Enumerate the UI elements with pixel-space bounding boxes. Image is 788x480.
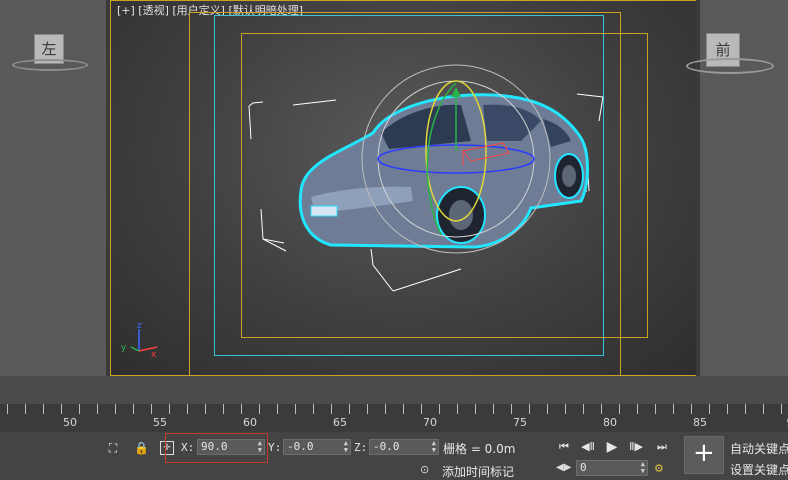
- timeline-tick: [745, 404, 746, 414]
- z-spinner-icon[interactable]: ▲▼: [432, 440, 436, 454]
- timeline-tick-label: 85: [693, 416, 707, 429]
- viewcube-ring-front: [686, 58, 774, 74]
- timeline-tick: [259, 404, 260, 414]
- goto-end-icon[interactable]: ⏭: [652, 440, 672, 454]
- x-spinner-icon[interactable]: ▲▼: [258, 440, 262, 454]
- timeline-tick: [151, 404, 152, 414]
- timeline-tick: [727, 404, 728, 414]
- svg-text:y: y: [121, 343, 127, 353]
- timeline-tick: [313, 404, 314, 414]
- timeline-tick-label: 75: [513, 416, 527, 429]
- perspective-viewport[interactable]: [+] [透视] [用户定义] [默认明暗处理]: [110, 0, 698, 376]
- timeline-tick: [133, 404, 134, 414]
- timeline-tick: [439, 404, 440, 414]
- timeline-tick: [79, 404, 80, 414]
- timeline-tick: [349, 404, 350, 414]
- set-key-label[interactable]: 设置关键点: [730, 461, 788, 478]
- selection-lock-icon[interactable]: ⛶: [106, 441, 120, 455]
- timeline-tick: [115, 404, 116, 414]
- timeline-tick-label: 50: [63, 416, 77, 429]
- timeline-tick: [61, 404, 62, 414]
- timeline-tick: [205, 404, 206, 414]
- z-coordinate-value: -0.0: [373, 440, 400, 453]
- timeline-tick: [187, 404, 188, 414]
- timeline-tick: [25, 404, 26, 414]
- timeline-tick: [709, 404, 710, 414]
- timeline-tick: [637, 404, 638, 414]
- timeline-tick: [277, 404, 278, 414]
- timeline-tick: [493, 404, 494, 414]
- prev-frame-icon[interactable]: ◀Ⅱ: [578, 440, 598, 454]
- timeline-tick: [367, 404, 368, 414]
- y-coordinate-value: -0.0: [287, 440, 314, 453]
- svg-text:z: z: [137, 321, 142, 331]
- timeline-tick: [403, 404, 404, 414]
- timeline-tick: [97, 404, 98, 414]
- current-frame-value: 0: [580, 461, 587, 474]
- timeline-tick: [673, 404, 674, 414]
- timeline-tick: [295, 404, 296, 414]
- time-tag-icon[interactable]: ⊙: [420, 463, 429, 476]
- scene-canvas[interactable]: z y x: [111, 1, 699, 377]
- trackbar-strip[interactable]: [0, 376, 788, 404]
- timeline-tick-label: 55: [153, 416, 167, 429]
- timeline-tick-label: 60: [243, 416, 257, 429]
- key-plus-icon: +: [693, 439, 715, 467]
- z-label: Z:: [354, 441, 367, 454]
- timeline-tick: [547, 404, 548, 414]
- key-mode-toggle-icon[interactable]: ◀▶: [556, 462, 571, 473]
- x-label: X:: [181, 441, 194, 454]
- timeline-tick: [619, 404, 620, 414]
- next-frame-icon[interactable]: Ⅱ▶: [626, 440, 646, 454]
- car-model: [300, 95, 587, 247]
- timeline-ruler[interactable]: 50556065707580859: [0, 404, 788, 432]
- x-coordinate-field[interactable]: 90.0 ▲▼: [197, 439, 265, 455]
- viewcube-ring-left: [12, 59, 88, 71]
- grid-size-text: 栅格 = 0.0m: [443, 440, 515, 457]
- auto-key-button[interactable]: 自动关键点: [730, 440, 788, 457]
- timeline-tick: [511, 404, 512, 414]
- front-viewport[interactable]: 前: [700, 0, 788, 376]
- timeline-tick: [565, 404, 566, 414]
- timeline-tick: [43, 404, 44, 414]
- timeline-tick: [475, 404, 476, 414]
- timeline-tick-label: 65: [333, 416, 347, 429]
- timeline-tick: [421, 404, 422, 414]
- axis-tripod: z y x: [121, 321, 157, 360]
- timeline-tick: [781, 404, 782, 414]
- set-key-button[interactable]: +: [684, 436, 724, 474]
- timeline-tick: [331, 404, 332, 414]
- y-coordinate-field[interactable]: -0.0 ▲▼: [283, 439, 351, 455]
- timeline-tick: [223, 404, 224, 414]
- timeline-tick: [457, 404, 458, 414]
- time-config-icon[interactable]: ⚙: [654, 462, 664, 475]
- timeline-tick: [241, 404, 242, 414]
- play-icon[interactable]: ▶: [602, 440, 622, 454]
- y-label: Y:: [268, 441, 281, 454]
- y-spinner-icon[interactable]: ▲▼: [344, 440, 348, 454]
- timeline-tick: [529, 404, 530, 414]
- timeline-tick: [601, 404, 602, 414]
- timeline-tick: [7, 404, 8, 414]
- frame-spinner-icon[interactable]: ▲▼: [641, 461, 645, 475]
- lock-icon[interactable]: 🔒: [134, 441, 148, 455]
- x-coordinate-value: 90.0: [201, 440, 228, 453]
- timeline-tick: [655, 404, 656, 414]
- timeline-tick: [763, 404, 764, 414]
- left-viewport[interactable]: 左: [0, 0, 106, 376]
- goto-start-icon[interactable]: ⏮: [554, 440, 574, 454]
- z-coordinate-field[interactable]: -0.0 ▲▼: [369, 439, 439, 455]
- timeline-tick: [583, 404, 584, 414]
- svg-text:x: x: [151, 350, 157, 360]
- timeline-tick: [691, 404, 692, 414]
- timeline-tick: [385, 404, 386, 414]
- timeline-tick-label: 70: [423, 416, 437, 429]
- add-time-tag-link[interactable]: 添加时间标记: [442, 463, 514, 480]
- timeline-tick: [169, 404, 170, 414]
- timeline-tick-label: 80: [603, 416, 617, 429]
